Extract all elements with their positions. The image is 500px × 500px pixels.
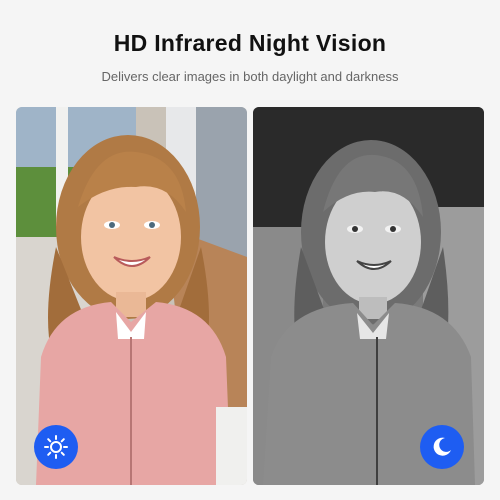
sun-icon — [34, 425, 78, 469]
night-vision-image-panel — [253, 107, 484, 485]
page-title: HD Infrared Night Vision — [113, 30, 387, 56]
page-subtitle: Delivers clear images in both daylight a… — [101, 69, 399, 84]
moon-icon — [420, 425, 464, 469]
daylight-image-panel — [16, 107, 247, 485]
